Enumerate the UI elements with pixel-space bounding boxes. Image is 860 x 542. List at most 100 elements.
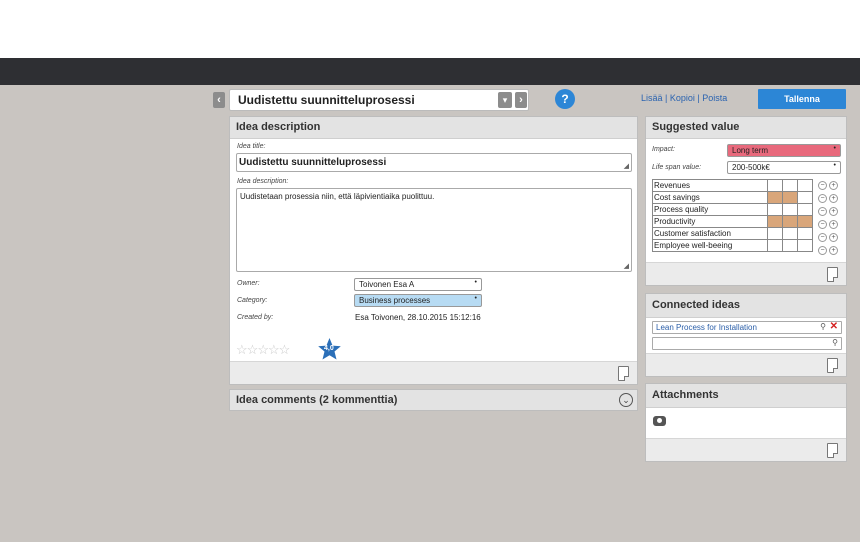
panel-title: Connected ideas <box>646 294 846 318</box>
star-icon[interactable]: ☆ <box>268 342 280 357</box>
delete-link[interactable]: Poista <box>702 93 727 103</box>
plus-icon[interactable]: + <box>829 181 838 190</box>
value-level-cell[interactable] <box>797 239 813 252</box>
idea-description-label: Idea description: <box>237 178 289 185</box>
chevron-down-icon: • <box>833 145 836 152</box>
connected-ideas-panel: Connected ideas <box>645 293 847 377</box>
value-level-cell[interactable] <box>797 203 813 216</box>
top-whitespace <box>0 0 860 58</box>
value-level-cell[interactable] <box>797 215 813 228</box>
minus-icon[interactable]: − <box>818 181 827 190</box>
idea-selector[interactable]: Uudistettu suunnitteluprosessi ▾ <box>229 89 529 111</box>
camera-icon[interactable] <box>653 416 666 426</box>
value-row: Customer satisfaction <box>652 227 813 240</box>
star-icon[interactable]: ☆ <box>236 342 248 357</box>
value-level-cell[interactable] <box>797 227 813 240</box>
value-level-cell[interactable] <box>767 239 783 252</box>
panel-footer <box>230 361 637 384</box>
chevron-down-icon: • <box>474 295 477 302</box>
value-level-cell[interactable] <box>767 227 783 240</box>
minus-icon[interactable]: − <box>818 206 827 216</box>
minus-icon[interactable]: − <box>818 219 827 229</box>
value-level-cell[interactable] <box>767 191 783 204</box>
owner-value: Toivonen Esa A <box>359 280 415 289</box>
resize-grip-icon[interactable]: ◢ <box>624 162 629 170</box>
life-span-select[interactable]: 200-500k€ • <box>727 161 841 174</box>
rating-stars[interactable]: ☆☆☆☆☆ <box>236 342 291 358</box>
copy-link[interactable]: Kopioi <box>670 93 695 103</box>
plus-icon[interactable]: + <box>829 232 838 242</box>
document-icon[interactable] <box>618 366 629 381</box>
owner-select[interactable]: Toivonen Esa A • <box>354 278 482 291</box>
plus-icon[interactable]: + <box>829 245 838 255</box>
chevron-down-icon: • <box>474 279 477 286</box>
previous-idea-button[interactable]: ‹ <box>213 92 225 108</box>
idea-comments-header[interactable]: Idea comments (2 kommenttia) ⌄ <box>229 389 638 411</box>
value-row: Productivity <box>652 215 813 228</box>
value-level-cell[interactable] <box>767 203 783 216</box>
plus-icon[interactable]: + <box>829 219 838 229</box>
plus-icon[interactable]: + <box>829 206 838 216</box>
life-span-value: 200-500k€ <box>732 163 770 172</box>
panel-footer <box>646 262 846 285</box>
value-level-cell[interactable] <box>782 239 798 252</box>
minus-icon[interactable]: − <box>818 193 827 203</box>
average-rating-badge: 4,0 <box>317 337 342 361</box>
value-level-cell[interactable] <box>782 179 798 192</box>
idea-description-input[interactable]: Uudistetaan prosessia niin, että läpivie… <box>236 188 632 272</box>
idea-description-value: Uudistetaan prosessia niin, että läpivie… <box>240 192 435 201</box>
value-level-cell[interactable] <box>782 191 798 204</box>
add-link[interactable]: Lisää <box>641 93 663 103</box>
resize-grip-icon[interactable]: ◢ <box>624 262 629 270</box>
impact-select[interactable]: Long term • <box>727 144 841 157</box>
minus-icon[interactable]: − <box>818 245 827 255</box>
value-row-label: Employee well-beeing <box>652 239 768 252</box>
value-row-label: Process quality <box>652 203 768 216</box>
save-button[interactable]: Tallenna <box>758 89 846 109</box>
panel-footer <box>646 438 846 461</box>
help-button[interactable]: ? <box>555 89 575 109</box>
value-row-label: Customer satisfaction <box>652 227 768 240</box>
chevron-down-icon[interactable]: ▾ <box>498 92 512 108</box>
impact-value: Long term <box>732 146 769 155</box>
impact-label: Impact: <box>652 146 675 153</box>
document-icon[interactable] <box>827 358 838 373</box>
remove-icon[interactable]: ✕ <box>830 321 838 332</box>
star-icon[interactable]: ☆ <box>247 342 259 357</box>
minus-icon[interactable]: − <box>818 232 827 242</box>
plus-icon[interactable]: + <box>829 193 838 203</box>
connected-idea-row[interactable]: Lean Process for Installation ⚲ ✕ <box>652 321 842 334</box>
average-rating-value: 4,0 <box>324 345 334 352</box>
next-idea-button[interactable]: › <box>515 92 527 108</box>
panel-title: Suggested value <box>646 117 846 139</box>
value-level-cell[interactable] <box>797 179 813 192</box>
document-icon[interactable] <box>827 443 838 458</box>
action-links: Lisää | Kopioi | Poista <box>641 93 728 103</box>
star-icon[interactable]: ☆ <box>257 342 269 357</box>
idea-title-input[interactable]: Uudistettu suunnitteluprosessi ◢ <box>236 153 632 172</box>
value-level-cell[interactable] <box>767 215 783 228</box>
category-label: Category: <box>237 297 268 304</box>
value-level-cell[interactable] <box>767 179 783 192</box>
link-icon[interactable]: ⚲ <box>820 322 826 331</box>
connected-idea-link[interactable]: Lean Process for Installation <box>656 323 757 332</box>
link-icon[interactable]: ⚲ <box>832 338 838 347</box>
value-row-label: Cost savings <box>652 191 768 204</box>
created-by-label: Created by: <box>237 314 274 321</box>
panel-footer <box>646 353 846 376</box>
panel-title: Idea description <box>230 117 637 139</box>
owner-label: Owner: <box>237 280 260 287</box>
category-select[interactable]: Business processes • <box>354 294 482 307</box>
chevron-down-icon[interactable]: ⌄ <box>619 393 633 407</box>
category-value: Business processes <box>359 296 431 305</box>
connected-idea-input[interactable]: ⚲ <box>652 337 842 350</box>
value-level-cell[interactable] <box>782 227 798 240</box>
value-row: Cost savings <box>652 191 813 204</box>
value-level-cell[interactable] <box>782 215 798 228</box>
value-level-cell[interactable] <box>797 191 813 204</box>
value-level-cell[interactable] <box>782 203 798 216</box>
idea-selector-value: Uudistettu suunnitteluprosessi <box>238 93 415 107</box>
document-icon[interactable] <box>827 267 838 282</box>
star-icon[interactable]: ☆ <box>279 342 291 357</box>
idea-title-value: Uudistettu suunnitteluprosessi <box>239 157 387 168</box>
